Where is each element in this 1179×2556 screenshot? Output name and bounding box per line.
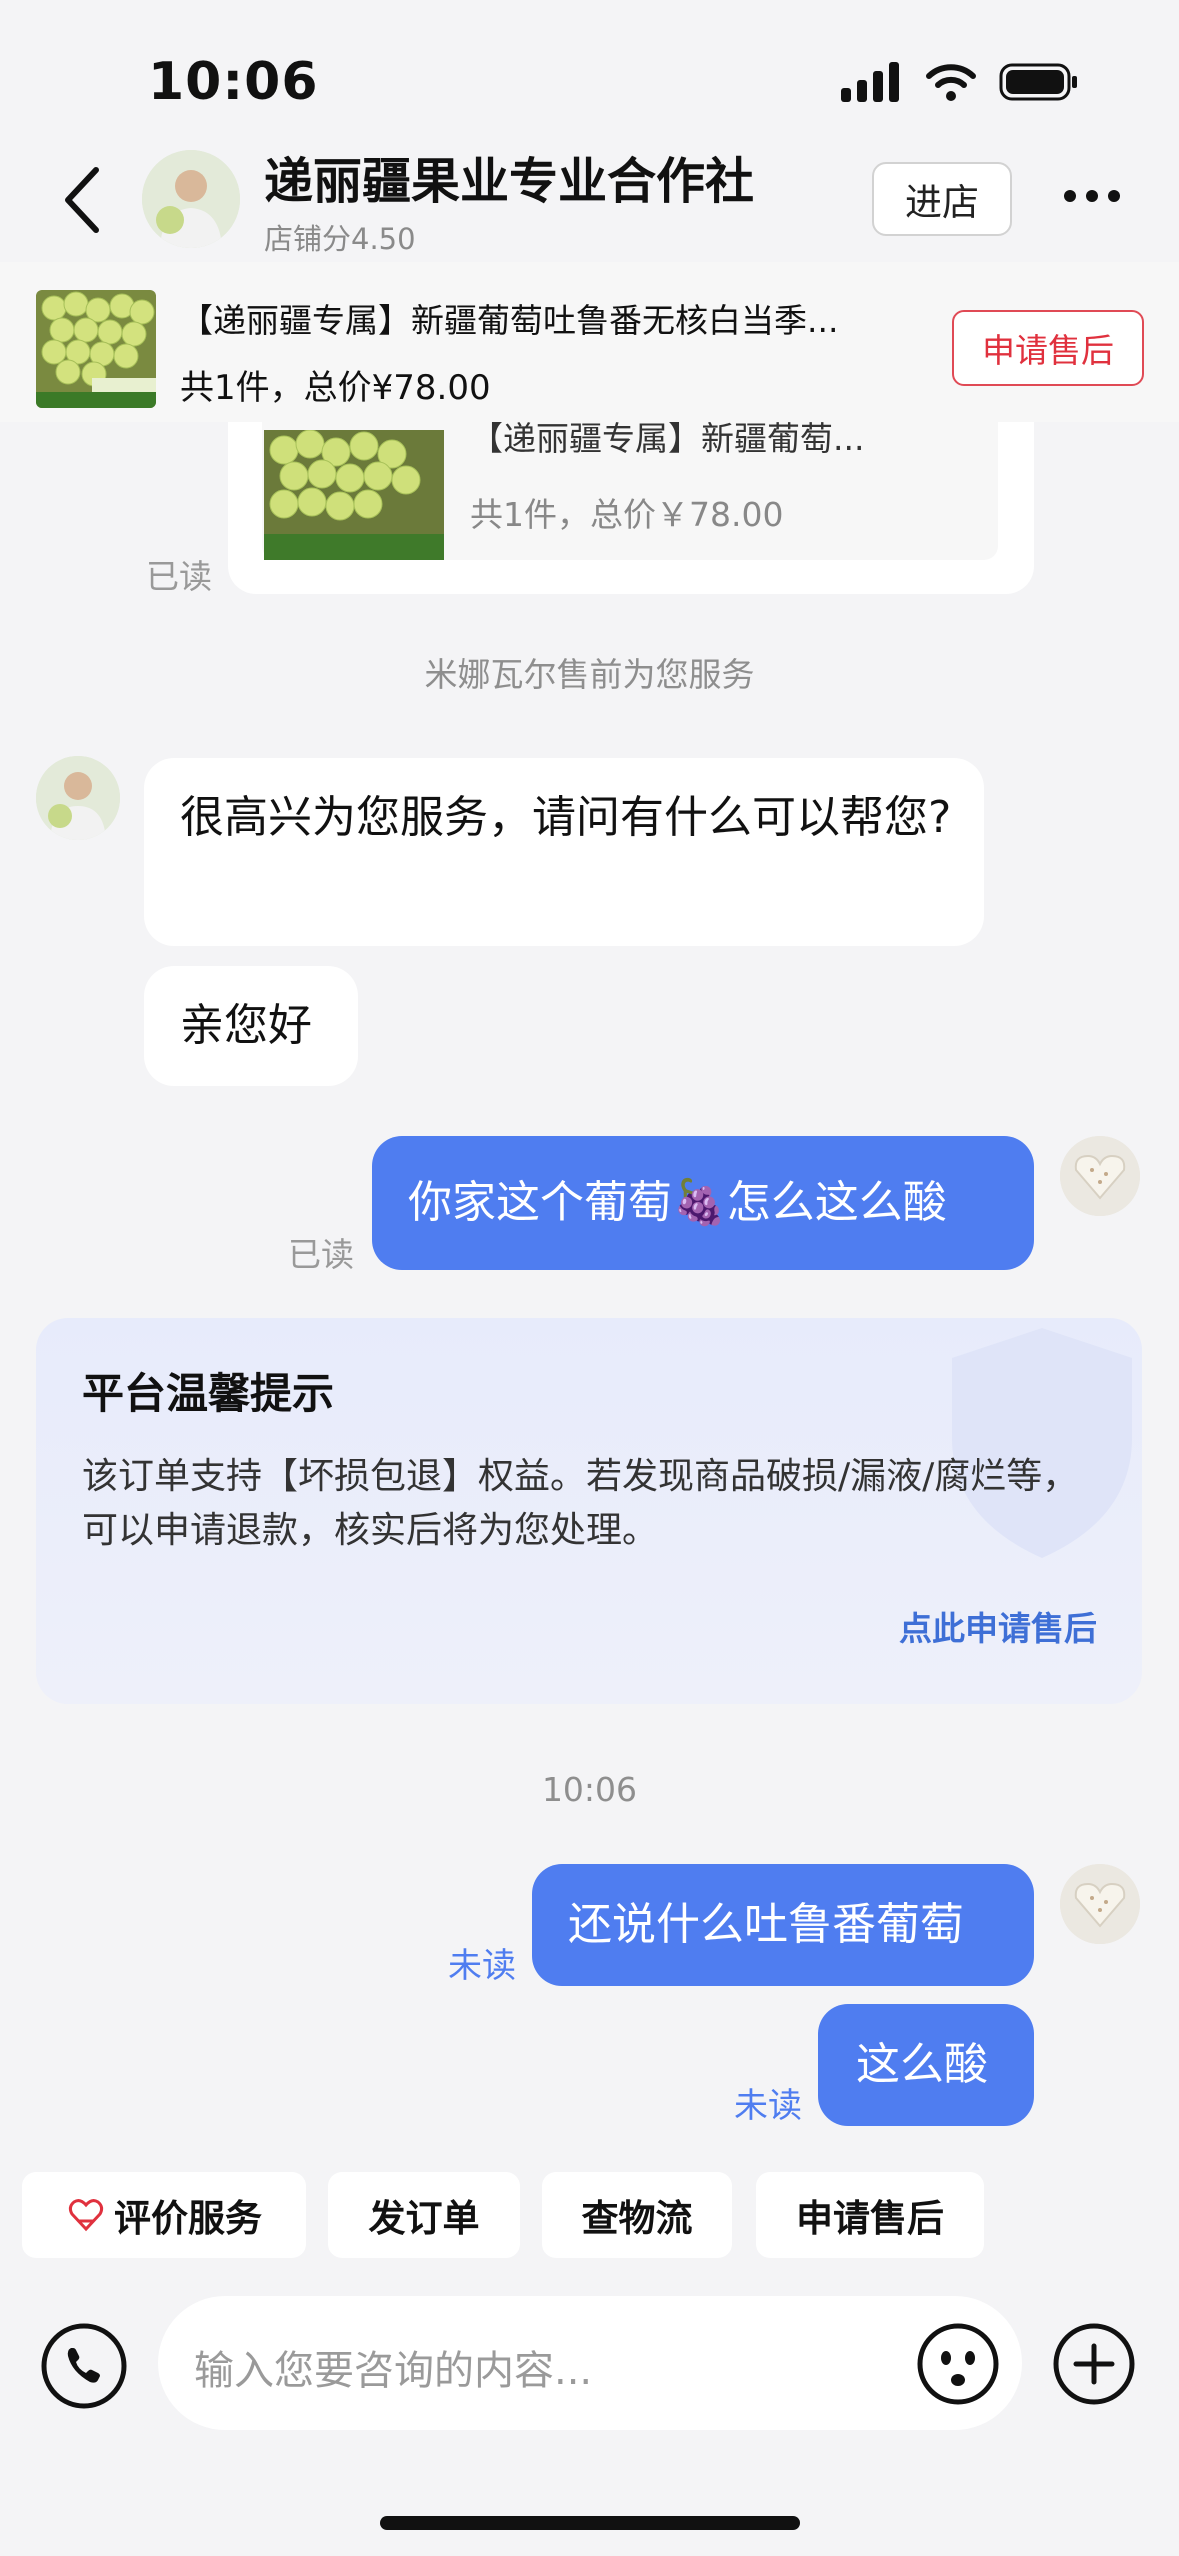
send-order-label: 发订单 xyxy=(368,2197,480,2240)
user-message-1-text-a: 你家这个葡萄 xyxy=(408,1177,672,1228)
enter-shop-button[interactable]: 进店 xyxy=(872,162,1012,236)
shop-score: 店铺分4.50 xyxy=(264,222,416,256)
previous-product-total: 共1件，总价￥78.00 xyxy=(470,495,784,534)
emoji-icon[interactable] xyxy=(914,2320,1002,2408)
track-logistics-label: 查物流 xyxy=(581,2197,693,2240)
unread-status: 未读 xyxy=(734,2086,802,2126)
rate-service-label: 评价服务 xyxy=(114,2197,262,2240)
user-message-3-text: 这么酸 xyxy=(856,2039,988,2090)
previous-product-thumb xyxy=(264,430,444,560)
agent-message-hello: 亲您好 xyxy=(144,966,358,1086)
agent-message-greeting: 很高兴为您服务，请问有什么可以帮您? xyxy=(144,758,984,946)
message-input-placeholder: 输入您要咨询的内容... xyxy=(194,2348,593,2394)
home-indicator xyxy=(380,2516,800,2530)
product-thumbnail[interactable] xyxy=(36,290,156,408)
read-status: 已读 xyxy=(288,1235,354,1274)
battery-icon xyxy=(999,63,1077,101)
send-order-button[interactable]: 发订单 xyxy=(328,2172,520,2258)
aftersale-button[interactable]: 申请售后 xyxy=(952,310,1144,386)
signal-icon xyxy=(841,62,899,102)
track-logistics-button[interactable]: 查物流 xyxy=(542,2172,732,2258)
user-message-3: 这么酸 xyxy=(818,2004,1034,2126)
product-total: 共1件，总价¥78.00 xyxy=(180,368,491,408)
user-message-1: 你家这个葡萄🍇怎么这么酸 xyxy=(372,1136,1034,1270)
back-icon[interactable] xyxy=(52,160,112,240)
wifi-icon xyxy=(926,64,976,101)
phone-icon[interactable] xyxy=(40,2322,128,2410)
user-message-2-text: 还说什么吐鲁番葡萄 xyxy=(568,1899,964,1950)
status-icons xyxy=(841,62,1079,102)
quick-aftersale-button[interactable]: 申请售后 xyxy=(756,2172,984,2258)
tip-body: 该订单支持【坏损包退】权益。若发现商品破损/漏液/腐烂等，可以申请退款，核实后将… xyxy=(82,1456,1079,1551)
shop-name[interactable]: 递丽疆果业专业合作社 xyxy=(264,142,754,213)
user-message-2: 还说什么吐鲁番葡萄 xyxy=(532,1864,1034,1986)
status-time: 10:06 xyxy=(148,52,319,112)
user-avatar[interactable] xyxy=(1060,1864,1140,1944)
user-message-1-text-b: 怎么这么酸 xyxy=(726,1177,947,1228)
read-status: 已读 xyxy=(146,557,212,596)
shop-avatar[interactable] xyxy=(142,150,240,248)
agent-avatar[interactable] xyxy=(36,756,120,840)
grapes-emoji: 🍇 xyxy=(672,1177,727,1228)
user-avatar[interactable] xyxy=(1060,1136,1140,1216)
more-icon[interactable] xyxy=(1060,176,1124,216)
agent-message-greeting-text: 很高兴为您服务，请问有什么可以帮您? xyxy=(180,792,952,843)
unread-status: 未读 xyxy=(448,1946,516,1986)
quick-aftersale-label: 申请售后 xyxy=(796,2197,944,2240)
tip-aftersale-link[interactable]: 点此申请售后 xyxy=(899,1602,1097,1650)
service-notice: 米娜瓦尔售前为您服务 xyxy=(424,655,755,694)
agent-message-hello-text: 亲您好 xyxy=(180,1000,312,1051)
rate-heart-icon xyxy=(68,2199,104,2232)
product-title[interactable]: 【递丽疆专属】新疆葡萄吐鲁番无核白当季... xyxy=(180,294,910,342)
tip-title: 平台温馨提示 xyxy=(82,1369,335,1418)
plus-icon[interactable] xyxy=(1050,2320,1138,2408)
rate-service-button[interactable]: 评价服务 xyxy=(22,2172,306,2258)
message-timestamp: 10:06 xyxy=(541,1770,638,1809)
